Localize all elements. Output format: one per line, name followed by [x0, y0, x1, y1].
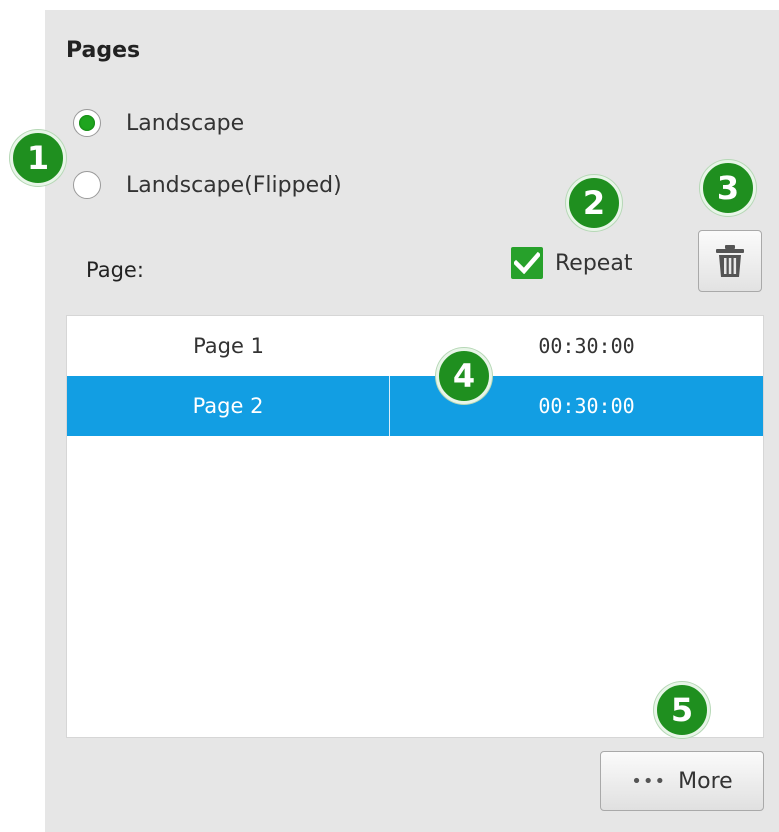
- delete-page-button[interactable]: [698, 230, 762, 292]
- page-name: Page 1: [193, 334, 264, 358]
- radio-landscape[interactable]: Landscape: [73, 109, 244, 137]
- repeat-label: Repeat: [555, 250, 633, 276]
- repeat-checkbox-row[interactable]: Repeat: [511, 247, 632, 279]
- radio-label-landscape: Landscape: [126, 110, 245, 136]
- radio-dot: [79, 115, 95, 131]
- section-title: Pages: [66, 38, 141, 63]
- page-label: Page:: [86, 258, 144, 282]
- callout-badge-4: 4: [436, 348, 492, 404]
- more-button[interactable]: ••• More: [600, 751, 764, 811]
- list-item[interactable]: Page 1 00:30:00: [67, 316, 763, 376]
- callout-badge-2: 2: [566, 175, 622, 231]
- callout-badge-1: 1: [10, 130, 66, 186]
- trash-icon: [716, 245, 744, 277]
- list-item-selected[interactable]: Page 2 00:30:00: [67, 376, 763, 436]
- repeat-checkbox[interactable]: [511, 247, 543, 279]
- more-button-label: More: [678, 768, 733, 794]
- ellipsis-icon: •••: [631, 770, 667, 792]
- callout-badge-5: 5: [654, 682, 710, 738]
- radio-button-selected[interactable]: [73, 109, 101, 137]
- radio-label-landscape-flipped: Landscape(Flipped): [126, 172, 342, 198]
- pages-list[interactable]: Page 1 00:30:00 Page 2 00:30:00: [66, 315, 764, 738]
- radio-landscape-flipped[interactable]: Landscape(Flipped): [73, 171, 342, 199]
- page-name: Page 2: [67, 376, 390, 436]
- radio-button[interactable]: [73, 171, 101, 199]
- checkmark-icon: [514, 252, 540, 274]
- callout-badge-3: 3: [700, 160, 756, 216]
